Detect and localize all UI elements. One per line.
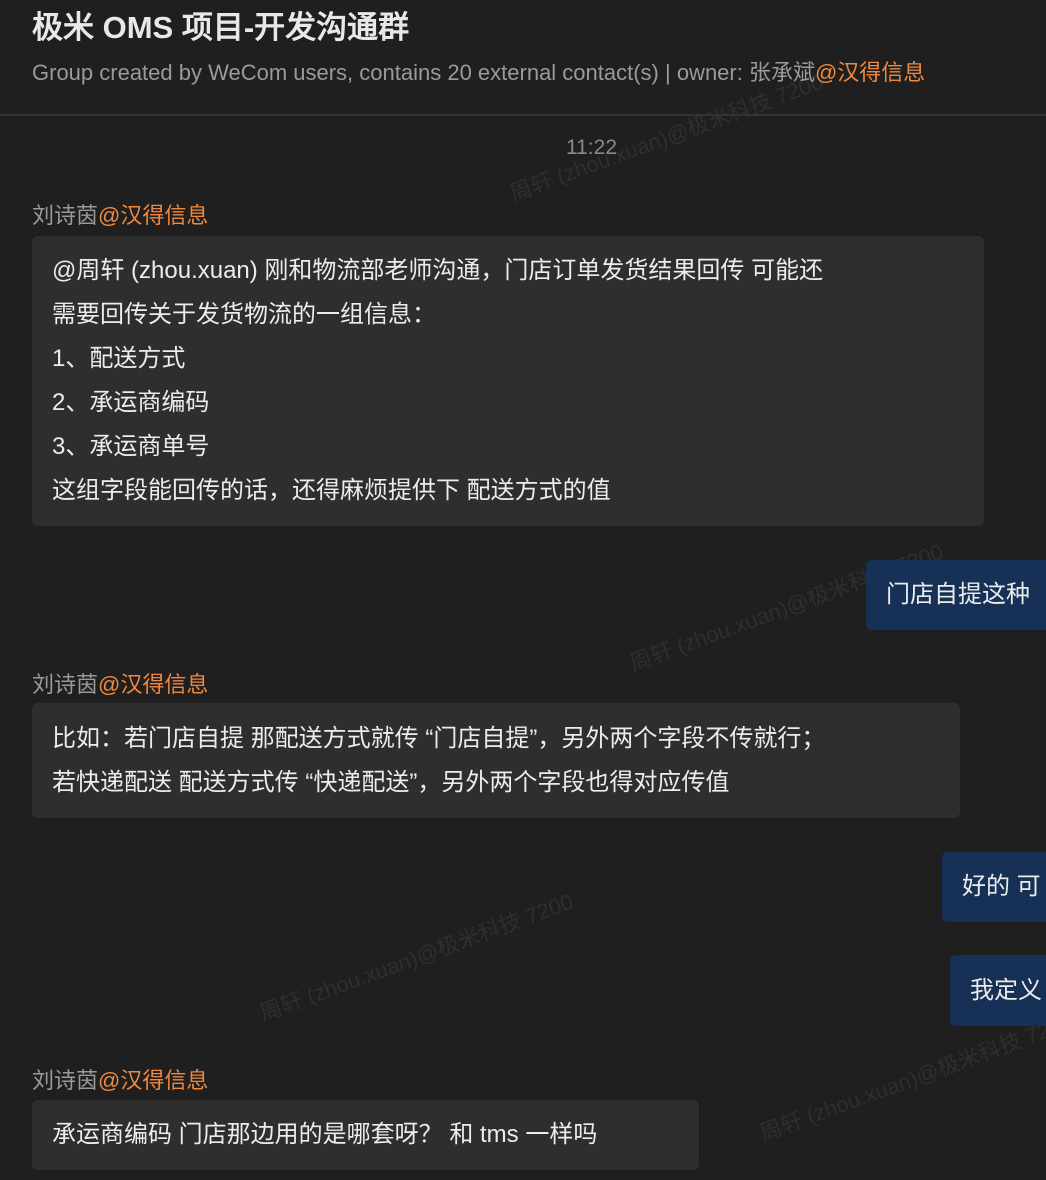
my-message-bubble[interactable]: 门店自提这种	[866, 560, 1046, 630]
message-bubble[interactable]: 比如：若门店自提 那配送方式就传 “门店自提”，另外两个字段不传就行； 若快递配…	[32, 703, 960, 818]
my-message-bubble[interactable]: 我定义	[950, 955, 1046, 1026]
message-text: 好的 可	[962, 873, 1041, 900]
sender-org: @汉得信息	[98, 672, 209, 697]
message-line: 比如：若门店自提 那配送方式就传 “门店自提”，另外两个字段不传就行；	[52, 725, 826, 752]
header-divider	[0, 114, 1046, 116]
watermark: 周轩 (zhou.xuan)@极米科技 7200	[256, 888, 577, 1026]
sender-name[interactable]: 刘诗茵@汉得信息	[32, 667, 208, 699]
message-bubble[interactable]: 承运商编码 门店那边用的是哪套呀？ 和 tms 一样吗	[32, 1100, 699, 1170]
group-title: 极米 OMS 项目-开发沟通群	[32, 10, 410, 45]
sender-org: @汉得信息	[98, 203, 209, 228]
owner-org: @汉得信息	[814, 60, 926, 85]
group-subtitle: Group created by WeCom users, contains 2…	[32, 55, 925, 87]
message-line: @周轩 (zhou.xuan) 刚和物流部老师沟通，门店订单发货结果回传 可能还	[52, 257, 824, 284]
sender-name-text: 刘诗茵	[32, 203, 99, 228]
message-line: 这组字段能回传的话，还得麻烦提供下 配送方式的值	[52, 477, 611, 504]
message-text: 我定义	[970, 977, 1042, 1004]
my-message-bubble[interactable]: 好的 可	[942, 852, 1046, 922]
message-bubble[interactable]: @周轩 (zhou.xuan) 刚和物流部老师沟通，门店订单发货结果回传 可能还…	[32, 236, 984, 526]
message-text: 门店自提这种	[886, 581, 1030, 608]
sender-name-text: 刘诗茵	[32, 672, 99, 697]
sender-org: @汉得信息	[98, 1068, 209, 1093]
message-line: 3、承运商单号	[52, 433, 210, 460]
group-info: Group created by WeCom users, contains 2…	[32, 60, 815, 85]
timestamp: 11:22	[566, 136, 617, 159]
message-line: 1、配送方式	[52, 345, 186, 372]
sender-name-text: 刘诗茵	[32, 1068, 99, 1093]
message-line: 需要回传关于发货物流的一组信息：	[52, 301, 436, 328]
message-line: 若快递配送 配送方式传 “快递配送”，另外两个字段也得对应传值	[52, 769, 730, 796]
sender-name[interactable]: 刘诗茵@汉得信息	[32, 1063, 208, 1095]
message-line: 2、承运商编码	[52, 389, 210, 416]
message-line: 承运商编码 门店那边用的是哪套呀？ 和 tms 一样吗	[52, 1121, 598, 1148]
sender-name[interactable]: 刘诗茵@汉得信息	[32, 198, 208, 230]
